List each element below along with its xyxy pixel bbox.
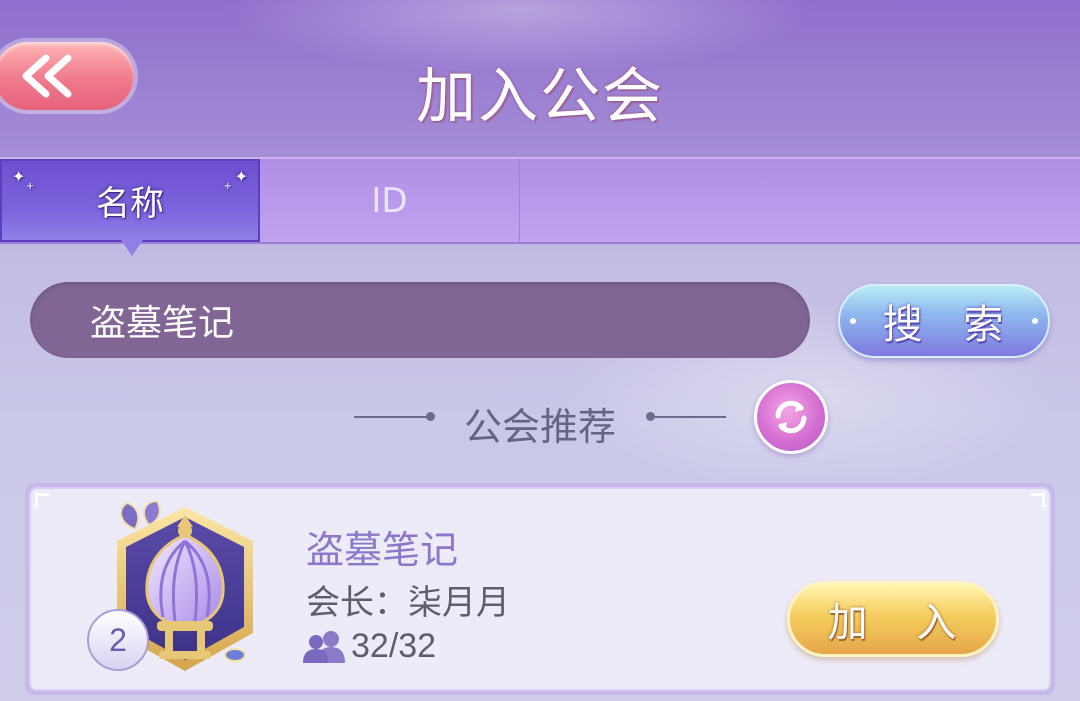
divider-dot xyxy=(426,412,435,421)
tab-id[interactable]: ID xyxy=(260,159,520,242)
card-corner-decoration xyxy=(1031,493,1045,507)
guild-level-badge: 2 xyxy=(87,609,149,671)
recommend-title: 公会推荐 xyxy=(463,405,616,449)
button-dot-decoration xyxy=(1032,318,1038,324)
page-title: 加入公会 xyxy=(416,62,664,132)
tab-label: ID xyxy=(371,180,408,221)
tab-name[interactable]: ✦ + ✦ + 名称 xyxy=(0,159,260,256)
join-button-label: 加 入 xyxy=(827,600,975,646)
divider-line xyxy=(650,416,726,418)
sparkle-icon: + xyxy=(26,181,35,192)
search-button[interactable]: 搜 索 xyxy=(838,284,1050,358)
refresh-icon xyxy=(775,400,807,434)
divider-line xyxy=(354,416,430,418)
guild-leader: 会长：柒月月 xyxy=(306,583,510,623)
search-input-value: 盗墓笔记 xyxy=(90,303,235,344)
tab-bar-filler xyxy=(520,159,1080,242)
button-dot-decoration xyxy=(850,318,856,324)
sparkle-icon: + xyxy=(223,181,232,192)
guild-name: 盗墓笔记 xyxy=(306,528,459,572)
tab-pointer-icon xyxy=(121,240,143,256)
guild-card: 2 盗墓笔记 会长：柒月月 32/32 加 入 xyxy=(25,483,1055,695)
sparkle-icon: ✦ xyxy=(12,167,26,186)
search-button-label: 搜 索 xyxy=(882,302,1018,348)
join-button[interactable]: 加 入 xyxy=(787,581,999,657)
member-count-value: 32/32 xyxy=(351,627,437,665)
sparkle-icon: ✦ xyxy=(234,167,248,186)
members-icon xyxy=(303,630,345,663)
search-type-tabs: ✦ + ✦ + 名称 ID xyxy=(0,157,1080,256)
refresh-button[interactable] xyxy=(754,380,828,454)
card-corner-decoration xyxy=(35,493,49,507)
search-input[interactable]: 盗墓笔记 xyxy=(30,282,810,358)
tab-label: 名称 xyxy=(96,184,164,224)
guild-member-count: 32/32 xyxy=(301,627,436,666)
